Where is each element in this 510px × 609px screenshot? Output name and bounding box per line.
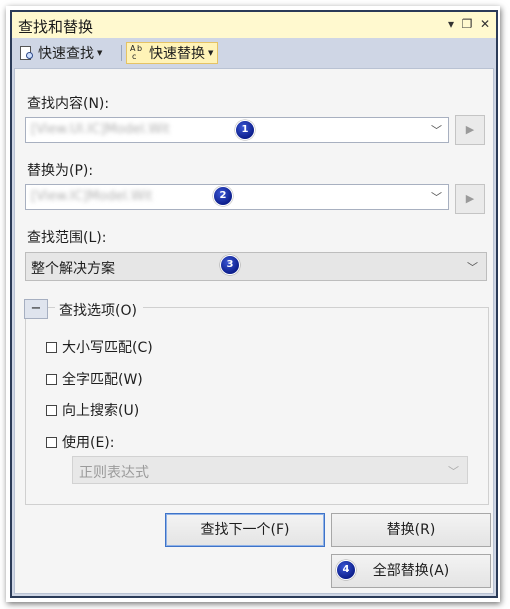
quick-replace-label: 快速替换 [149,46,205,62]
quick-find-label: 快速查找 [38,46,94,62]
chevron-down-icon: ▼ [208,49,214,57]
use-option[interactable]: 使用(E): [46,432,115,452]
callout-badge-4: 4 [336,560,356,580]
replace-label: 替换为(P): [27,163,94,179]
replace-expression-builder-button[interactable]: ▶ [455,184,485,214]
whole-word-option[interactable]: 全字匹配(W) [46,369,143,389]
scope-value: 整个解决方案 [31,261,115,277]
chevron-down-icon[interactable]: ﹀ [431,122,442,138]
find-next-button[interactable]: 查找下一个(F) [165,513,325,547]
chevron-down-icon: ▼ [97,49,103,57]
find-expression-builder-button[interactable]: ▶ [455,115,485,145]
chevron-down-icon: ﹀ [448,465,459,478]
quick-replace-button[interactable]: A b c 快速替换 ▼ [126,42,219,64]
replace-ab-icon: A b c [130,44,143,61]
regex-type-select: 正则表达式 ﹀ [72,456,468,484]
scope-label: 查找范围(L): [27,230,107,246]
regex-type-value: 正则表达式 [79,465,149,481]
callout-badge-1: 1 [235,120,255,140]
chevron-down-icon: ﹀ [467,261,478,274]
find-value: [View.UI.IC]Model.Wit [31,122,170,137]
find-replace-window: 查找和替换 ▾ ❐ ✕ 快速查找 ▼ A b c 快速替换 ▼ 查找内容(N):… [10,10,498,598]
whole-word-label: 全字匹配(W) [62,372,143,388]
maximize-icon[interactable]: ❐ [458,15,476,33]
chevron-down-icon[interactable]: ﹀ [431,189,442,205]
match-case-checkbox[interactable] [46,341,57,353]
search-up-checkbox[interactable] [46,404,57,416]
find-options-title: 查找选项(O) [55,300,143,320]
match-case-option[interactable]: 大小写匹配(C) [46,337,153,357]
match-case-label: 大小写匹配(C) [62,340,153,356]
find-document-icon [19,45,35,61]
quick-find-button[interactable]: 快速查找 ▼ [16,42,106,64]
search-up-label: 向上搜索(U) [62,403,140,419]
find-label: 查找内容(N): [27,96,110,112]
toolbar: 快速查找 ▼ A b c 快速替换 ▼ [12,38,496,68]
content-panel: 查找内容(N): [View.UI.IC]Model.Wit ﹀ 1 ▶ 替换为… [14,68,494,594]
window-title: 查找和替换 [18,18,94,36]
title-bar: 查找和替换 ▾ ❐ ✕ [12,12,496,39]
scope-select[interactable]: 整个解决方案 ﹀ [25,252,487,281]
toolbar-separator [121,45,122,61]
replace-value: [View.IC]Model.Wit [31,189,153,204]
use-label: 使用(E): [62,435,115,451]
callout-badge-3: 3 [220,255,240,275]
collapse-options-button[interactable]: − [24,299,48,319]
whole-word-checkbox[interactable] [46,373,57,385]
replace-button[interactable]: 替换(R) [331,513,491,547]
replace-input[interactable]: [View.IC]Model.Wit ﹀ [25,184,449,210]
search-up-option[interactable]: 向上搜索(U) [46,400,139,420]
callout-badge-2: 2 [213,186,233,206]
use-checkbox[interactable] [46,436,57,448]
close-icon[interactable]: ✕ [476,15,494,33]
